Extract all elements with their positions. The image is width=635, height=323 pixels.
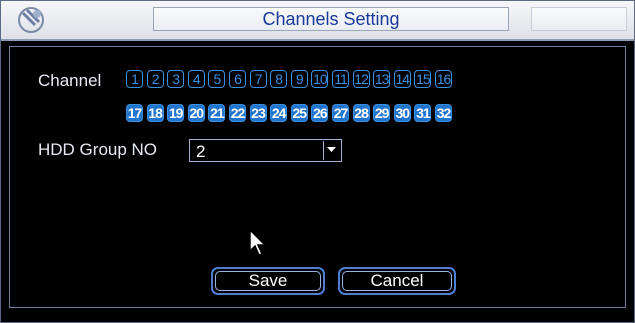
channel-checkbox-24[interactable]: 24 [270, 104, 288, 122]
channel-checkbox-15[interactable]: 15 [414, 70, 432, 88]
channel-checkbox-5[interactable]: 5 [208, 70, 226, 88]
cancel-button-label: Cancel [370, 271, 424, 290]
channel-checkbox-23[interactable]: 23 [249, 104, 267, 122]
hdd-group-value: 2 [196, 142, 206, 161]
channel-checkbox-27[interactable]: 27 [332, 104, 349, 122]
channel-checkbox-8[interactable]: 8 [270, 70, 288, 88]
chevron-down-icon[interactable] [323, 141, 340, 160]
channel-checkbox-17[interactable]: 17 [126, 104, 143, 122]
mouse-cursor-icon [249, 229, 267, 256]
save-button[interactable]: Save [211, 267, 325, 295]
channel-checkbox-22[interactable]: 22 [229, 104, 246, 122]
channel-checkbox-26[interactable]: 26 [311, 104, 329, 122]
channel-checkbox-12[interactable]: 12 [352, 70, 370, 88]
channel-checkbox-30[interactable]: 30 [393, 104, 411, 122]
channels-setting-window: Channels Setting Channel 1 2 3 4 5 6 7 8 9 10 11 12… [0, 0, 635, 323]
channel-checkbox-3[interactable]: 3 [167, 70, 185, 88]
channel-checkbox-25[interactable]: 25 [290, 104, 308, 122]
title-bar: Channels Setting [1, 1, 634, 41]
channel-checkbox-6[interactable]: 6 [229, 70, 246, 88]
channel-checkbox-29[interactable]: 29 [373, 104, 391, 122]
channel-checkbox-18[interactable]: 18 [146, 104, 164, 122]
channel-checkbox-14[interactable]: 14 [393, 70, 411, 88]
channel-checkbox-21[interactable]: 21 [208, 104, 226, 122]
channel-checkbox-10[interactable]: 10 [311, 70, 329, 88]
hdd-group-label: HDD Group NO [38, 140, 158, 159]
channel-checkbox-16[interactable]: 16 [435, 70, 452, 88]
hdd-group-select[interactable]: 2 [189, 139, 342, 162]
channel-checkbox-20[interactable]: 20 [187, 104, 205, 122]
channel-label: Channel [38, 71, 102, 90]
channel-checkbox-9[interactable]: 9 [290, 70, 308, 88]
channel-checkbox-4[interactable]: 4 [187, 70, 205, 88]
channel-checkbox-1[interactable]: 1 [126, 70, 143, 88]
channel-checkbox-13[interactable]: 13 [373, 70, 391, 88]
cancel-button[interactable]: Cancel [338, 267, 456, 295]
channel-checkbox-19[interactable]: 19 [167, 104, 185, 122]
app-logo-icon [18, 7, 44, 33]
channel-checkbox-31[interactable]: 31 [414, 104, 432, 122]
window-title: Channels Setting [153, 7, 509, 31]
save-button-label: Save [248, 271, 288, 290]
channel-checkbox-11[interactable]: 11 [332, 70, 349, 88]
channel-checkbox-28[interactable]: 28 [352, 104, 370, 122]
channel-checkbox-2[interactable]: 2 [146, 70, 164, 88]
title-bar-right-panel [531, 7, 627, 31]
channel-checkbox-7[interactable]: 7 [249, 70, 267, 88]
channel-checkbox-32[interactable]: 32 [435, 104, 452, 122]
